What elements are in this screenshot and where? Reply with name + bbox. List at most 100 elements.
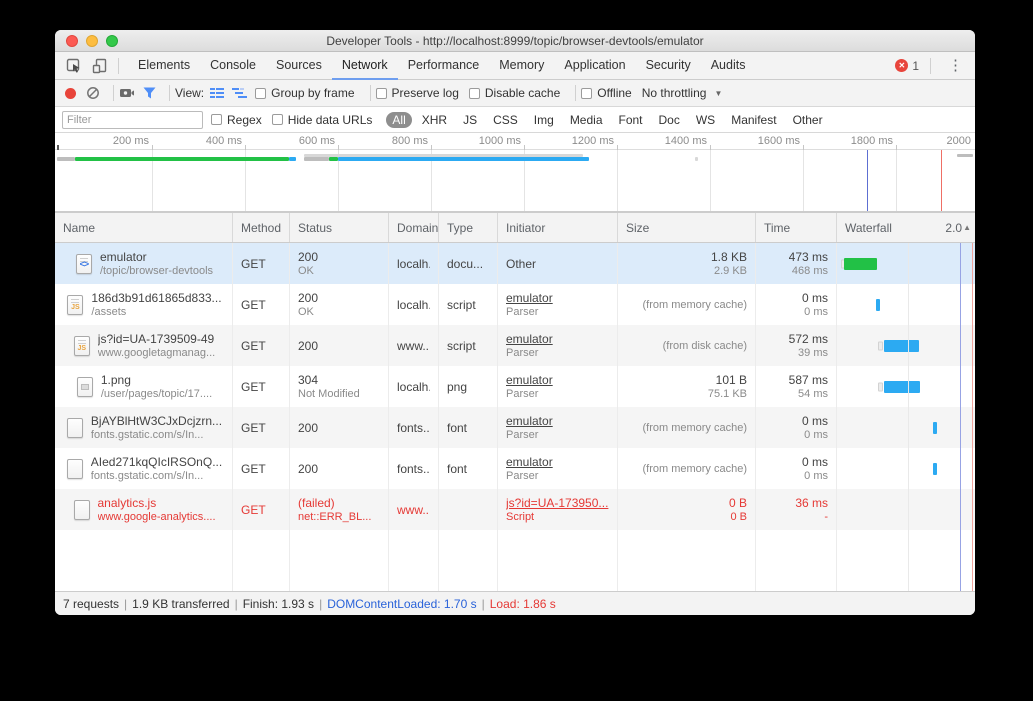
regex-checkbox[interactable]: Regex <box>211 113 262 127</box>
network-request-row[interactable]: AIed271kqQIcIRSOnQ...fonts.gstatic.com/s… <box>55 448 975 489</box>
initiator-link[interactable]: emulator <box>506 291 609 305</box>
column-header-name[interactable]: Name <box>55 213 233 242</box>
filler-cell <box>618 530 756 591</box>
tab-console[interactable]: Console <box>200 52 266 80</box>
initiator-link[interactable]: emulator <box>506 332 609 346</box>
filter-type-xhr[interactable]: XHR <box>416 112 453 128</box>
method-cell: GET <box>233 407 290 448</box>
close-window-button[interactable] <box>66 35 78 47</box>
waterfall-cell <box>837 325 975 366</box>
tab-memory[interactable]: Memory <box>489 52 554 80</box>
initiator-kind: Parser <box>506 387 609 401</box>
column-header-waterfall[interactable]: Waterfall2.0▲ <box>837 213 975 242</box>
minimize-window-button[interactable] <box>86 35 98 47</box>
status-cell: 200 <box>290 407 389 448</box>
initiator-link[interactable]: emulator <box>506 373 609 387</box>
filter-type-manifest[interactable]: Manifest <box>725 112 782 128</box>
offline-checkbox[interactable]: Offline <box>581 86 631 100</box>
filler-cell <box>439 530 498 591</box>
column-header-method[interactable]: Method <box>233 213 290 242</box>
show-overview-toggle[interactable] <box>232 87 247 99</box>
network-overview-timeline[interactable]: 200 ms400 ms600 ms800 ms1000 ms1200 ms14… <box>55 133 975 213</box>
overview-bar <box>695 157 698 161</box>
column-header-domain[interactable]: Domain <box>389 213 439 242</box>
filter-type-other[interactable]: Other <box>787 112 829 128</box>
initiator-cell: emulatorParser <box>498 407 618 448</box>
filter-type-css[interactable]: CSS <box>487 112 524 128</box>
hide-data-urls-checkbox[interactable]: Hide data URLs <box>272 113 373 127</box>
initiator-link[interactable]: emulator <box>506 455 609 469</box>
network-request-row[interactable]: <>emulator/topic/browser-devtoolsGET200O… <box>55 243 975 284</box>
filter-button[interactable] <box>143 87 156 99</box>
waterfall-bar-blue <box>933 422 937 434</box>
tab-network[interactable]: Network <box>332 52 398 80</box>
disable-cache-checkbox[interactable]: Disable cache <box>469 86 560 100</box>
ruler-tick-label: 1600 ms <box>758 135 800 147</box>
resource-type-filters: All XHRJSCSSImgMediaFontDocWSManifest Othe… <box>386 112 828 128</box>
disable-cache-label: Disable cache <box>485 86 560 100</box>
network-request-row[interactable]: analytics.jswww.google-analytics....GET(… <box>55 489 975 530</box>
toolbar-separator <box>930 58 931 74</box>
filter-input[interactable] <box>62 111 203 129</box>
device-toolbar-icon <box>92 58 108 74</box>
toggle-device-toolbar-button[interactable] <box>87 54 113 78</box>
size-value: (from disk cache) <box>663 339 747 353</box>
overview-waterfall-icon <box>232 87 247 99</box>
request-path: /user/pages/topic/17.... <box>101 387 212 401</box>
network-request-row[interactable]: BjAYBlHtW3CJxDcjzrn...fonts.gstatic.com/… <box>55 407 975 448</box>
toolbar-separator <box>370 85 371 101</box>
summary-segment: Finish: 1.93 s <box>243 597 314 611</box>
network-request-row[interactable]: JSjs?id=UA-1739509-49www.googletagmanag.… <box>55 325 975 366</box>
column-header-type[interactable]: Type <box>439 213 498 242</box>
column-header-time[interactable]: Time <box>756 213 837 242</box>
error-icon: ✕ <box>895 59 908 72</box>
filter-type-font[interactable]: Font <box>613 112 649 128</box>
use-large-rows-toggle[interactable] <box>210 87 224 99</box>
tab-sources[interactable]: Sources <box>266 52 332 80</box>
filter-type-doc[interactable]: Doc <box>653 112 686 128</box>
overview-gridline <box>710 150 711 211</box>
record-network-log-button[interactable] <box>65 88 76 99</box>
column-header-size[interactable]: Size <box>618 213 756 242</box>
network-request-row[interactable]: 1.png/user/pages/topic/17....GET304Not M… <box>55 366 975 407</box>
column-header-initiator[interactable]: Initiator <box>498 213 618 242</box>
zoom-window-button[interactable] <box>106 35 118 47</box>
request-name: 186d3b91d61865d833... <box>91 291 221 305</box>
filter-type-img[interactable]: Img <box>528 112 560 128</box>
method-cell: GET <box>233 448 290 489</box>
filler-cell <box>55 530 233 591</box>
method-cell: GET <box>233 489 290 530</box>
filler-cell <box>389 530 439 591</box>
tab-elements[interactable]: Elements <box>128 52 200 80</box>
tab-security[interactable]: Security <box>636 52 701 80</box>
error-count-badge[interactable]: ✕ 1 <box>895 59 919 73</box>
network-request-row[interactable]: JS186d3b91d61865d833.../assetsGET200OKlo… <box>55 284 975 325</box>
ruler-tick-label: 1000 ms <box>479 135 521 147</box>
clear-network-log-button[interactable] <box>86 86 100 100</box>
request-path: www.googletagmanag... <box>98 346 215 360</box>
filter-type-js[interactable]: JS <box>457 112 483 128</box>
tab-application[interactable]: Application <box>554 52 635 80</box>
inspect-element-button[interactable] <box>61 54 87 78</box>
ruler-tick-label: 200 ms <box>113 135 149 147</box>
more-options-menu-button[interactable]: ⋮ <box>942 58 969 73</box>
initiator-link[interactable]: js?id=UA-173950... <box>506 496 609 510</box>
status-code: 200 <box>298 462 380 476</box>
filter-type-all[interactable]: All <box>386 112 411 128</box>
preserve-log-checkbox[interactable]: Preserve log <box>376 86 459 100</box>
capture-screenshots-button[interactable] <box>119 87 135 99</box>
filter-type-ws[interactable]: WS <box>690 112 721 128</box>
filter-type-media[interactable]: Media <box>564 112 609 128</box>
column-header-label: Time <box>764 221 790 235</box>
size-transferred: 0 B <box>730 510 747 524</box>
domain-cell: localh... <box>389 243 439 284</box>
initiator-link[interactable]: emulator <box>506 414 609 428</box>
tab-audits[interactable]: Audits <box>701 52 756 80</box>
group-by-frame-checkbox[interactable]: Group by frame <box>255 86 354 100</box>
tab-performance[interactable]: Performance <box>398 52 490 80</box>
column-header-label: Type <box>447 221 473 235</box>
throttling-dropdown[interactable]: No throttling ▼ <box>642 86 723 100</box>
checkbox-icon <box>255 88 266 99</box>
column-header-status[interactable]: Status <box>290 213 389 242</box>
status-cell: 200OK <box>290 243 389 284</box>
